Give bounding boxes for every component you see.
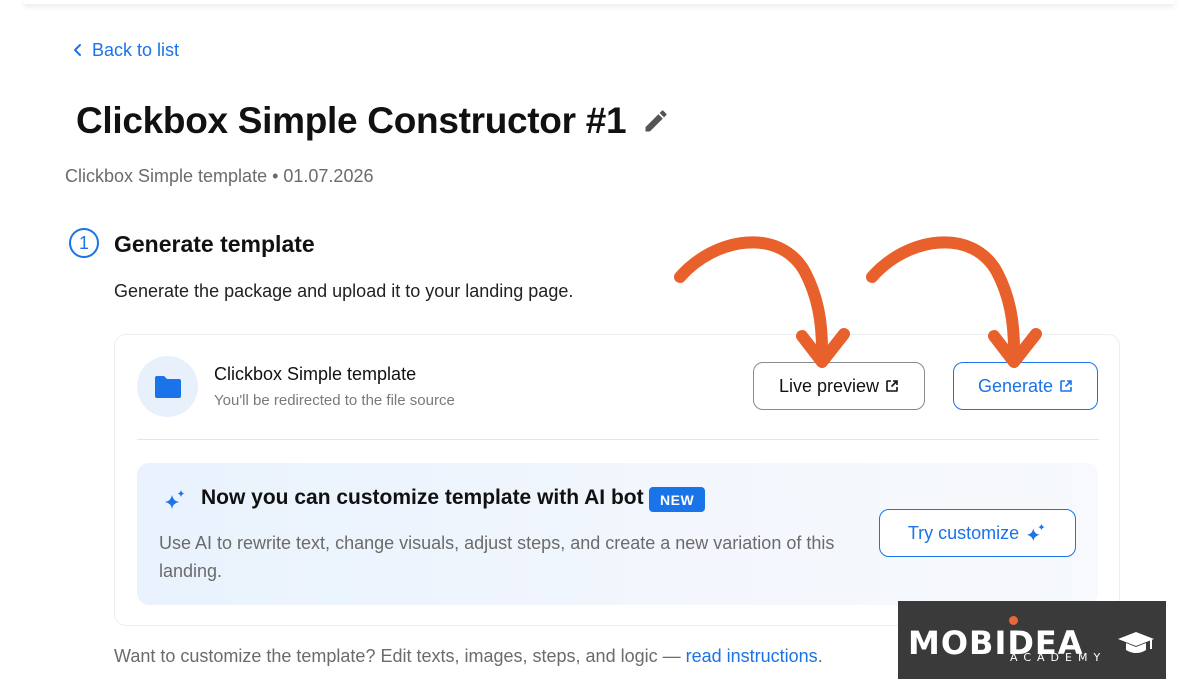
generate-label: Generate xyxy=(977,375,1054,396)
sparkle-icon xyxy=(1027,523,1045,542)
sparkle-icon xyxy=(165,490,185,509)
ai-promo-description: Use AI to rewrite text, change visuals, … xyxy=(159,533,835,581)
back-to-list-label: Back to list xyxy=(92,39,180,60)
page-subtitle: Clickbox Simple template • 01.07.2026 xyxy=(65,166,374,186)
footer-text: Want to customize the template? Edit tex… xyxy=(114,646,823,667)
try-customize-label: Try customize xyxy=(907,522,1020,543)
folder-icon xyxy=(154,375,181,398)
step-description: Generate the package and upload it to yo… xyxy=(114,281,574,301)
try-customize-button[interactable]: Try customize xyxy=(879,509,1076,557)
file-note: You'll be redirected to the file source xyxy=(214,392,455,409)
page-title: Clickbox Simple Constructor #1 xyxy=(76,100,627,141)
external-link-icon xyxy=(1060,380,1072,392)
top-bar xyxy=(24,0,1174,4)
annotation-arrow-preview xyxy=(674,236,850,368)
step-title: Generate template xyxy=(114,231,315,257)
footer-text-body: Want to customize the template? Edit tex… xyxy=(114,646,686,666)
back-to-list-link[interactable]: Back to list xyxy=(72,38,179,62)
chevron-left-icon xyxy=(74,44,81,56)
annotation-arrow-generate xyxy=(866,236,1042,368)
read-instructions-link[interactable]: read instructions xyxy=(686,646,818,666)
graduation-cap-icon xyxy=(1118,632,1154,653)
new-badge: NEW xyxy=(649,487,706,512)
footer-text-suffix: . xyxy=(817,646,823,666)
pencil-icon[interactable] xyxy=(642,107,670,135)
folder-avatar xyxy=(137,356,198,417)
logo-sub: ACADEMY xyxy=(1010,651,1107,664)
mobidea-academy-logo: MOBIDEA ACADEMY xyxy=(898,601,1166,679)
file-name: Clickbox Simple template xyxy=(214,364,417,384)
live-preview-label: Live preview xyxy=(778,375,880,396)
step-number-badge: 1 xyxy=(69,228,99,258)
card-divider xyxy=(137,439,1099,440)
ai-promo-title: Now you can customize template with AI b… xyxy=(201,486,644,509)
external-link-icon xyxy=(886,380,898,392)
